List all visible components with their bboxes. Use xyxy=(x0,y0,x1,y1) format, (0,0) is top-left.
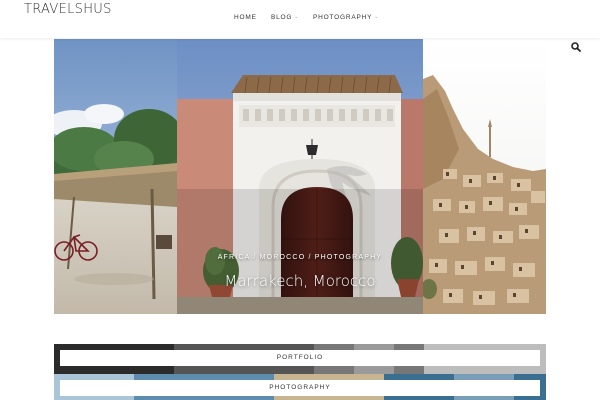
nav-item-blog[interactable]: BLOG ⌄ xyxy=(271,14,299,21)
category-photography-label[interactable]: PHOTOGRAPHY xyxy=(60,380,540,396)
site-header: TRAVELSHUS HOME BLOG ⌄ PHOTOGRAPHY ⌄ xyxy=(0,0,600,38)
slide-title[interactable]: Marrakech, Morocco xyxy=(177,272,423,290)
search-icon xyxy=(571,42,581,52)
category-portfolio-label[interactable]: PORTFOLIO xyxy=(60,350,540,366)
category-photography[interactable]: PHOTOGRAPHY xyxy=(54,374,546,400)
nav-item-photography[interactable]: PHOTOGRAPHY ⌄ xyxy=(313,14,379,21)
nav-item-photography-label: PHOTOGRAPHY xyxy=(313,14,373,21)
cave-town-image xyxy=(423,39,546,314)
search-button[interactable] xyxy=(570,40,582,52)
chevron-down-icon: ⌄ xyxy=(294,14,300,20)
nav-item-home[interactable]: HOME xyxy=(234,14,257,21)
category-portfolio[interactable]: PORTFOLIO xyxy=(54,344,546,374)
featured-slider[interactable]: AFRICA / MOROCCO / PHOTOGRAPHY Marrakech… xyxy=(54,39,546,314)
slide-marrakech[interactable]: AFRICA / MOROCCO / PHOTOGRAPHY Marrakech… xyxy=(177,39,423,314)
nav-item-home-label: HOME xyxy=(234,14,257,21)
main-nav: HOME BLOG ⌄ PHOTOGRAPHY ⌄ xyxy=(0,14,600,26)
slide-cappadocia[interactable] xyxy=(423,39,546,314)
slide-categories[interactable]: AFRICA / MOROCCO / PHOTOGRAPHY xyxy=(177,254,423,261)
beach-hut-image xyxy=(54,39,177,314)
slide-beach[interactable] xyxy=(54,39,177,314)
nav-item-blog-label: BLOG xyxy=(271,14,293,21)
chevron-down-icon: ⌄ xyxy=(374,14,380,20)
